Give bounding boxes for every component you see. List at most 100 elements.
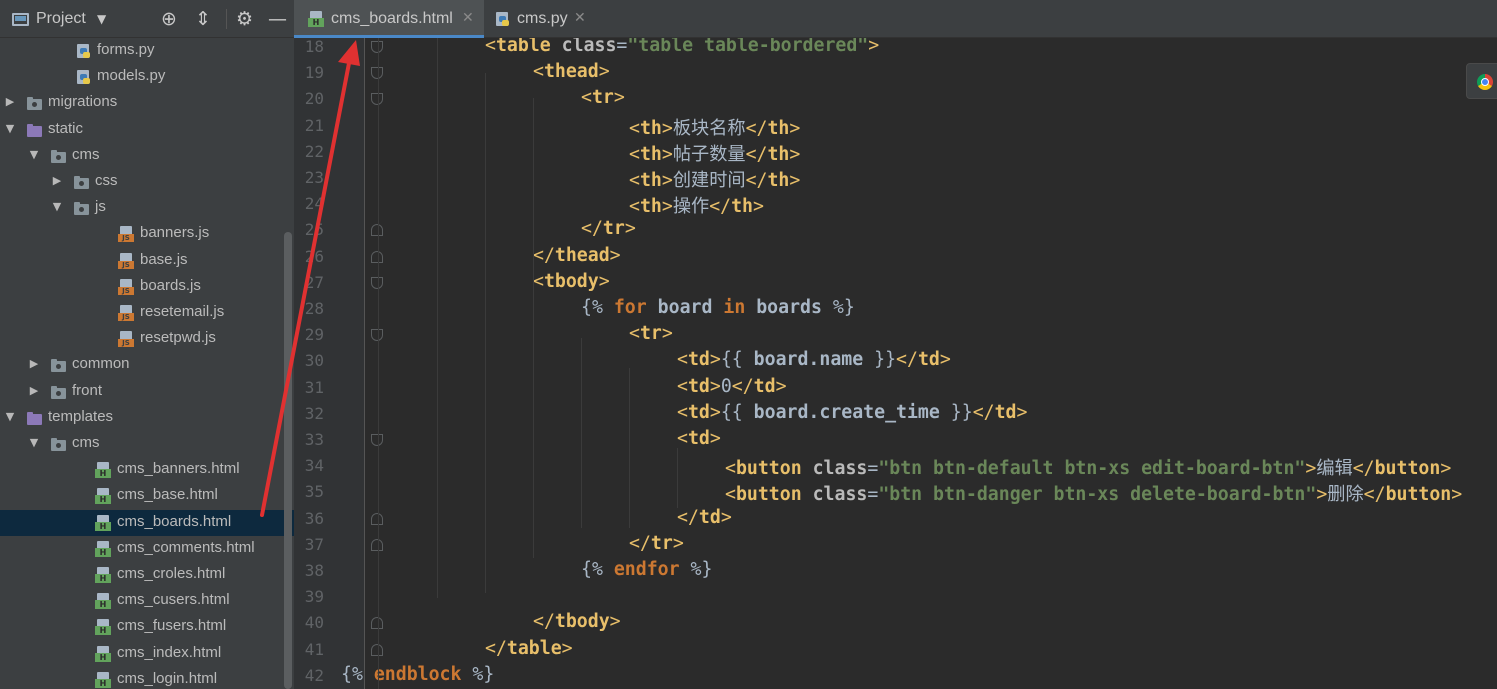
- tree-item[interactable]: Hcms_cusers.html: [0, 588, 294, 614]
- close-icon[interactable]: ✕: [574, 10, 586, 26]
- code-line[interactable]: <thead>: [533, 61, 610, 82]
- tree-item[interactable]: forms.py: [0, 38, 294, 64]
- code-line[interactable]: <tr>: [629, 323, 673, 344]
- line-number: 26: [304, 246, 324, 266]
- tree-item[interactable]: Hcms_base.html: [0, 483, 294, 509]
- code-line[interactable]: <th>创建时间</th>: [629, 166, 800, 192]
- code-line[interactable]: </tbody>: [533, 611, 621, 632]
- code-line[interactable]: <th>操作</th>: [629, 192, 764, 218]
- tab-label: cms_boards.html: [331, 10, 453, 27]
- collapsed-arrow-icon[interactable]: ▶: [4, 95, 16, 108]
- tree-item[interactable]: JS banners.js: [0, 221, 294, 247]
- tree-item-label: resetpwd.js: [140, 329, 216, 347]
- fold-close-icon[interactable]: [371, 512, 383, 525]
- tree-item[interactable]: ▶ front: [0, 379, 294, 405]
- html-file-icon: H: [95, 671, 111, 688]
- tree-item[interactable]: Hcms_comments.html: [0, 536, 294, 562]
- code-line[interactable]: <th>帖子数量</th>: [629, 140, 800, 166]
- code-line[interactable]: <td>0</td>: [677, 376, 787, 397]
- fold-open-icon[interactable]: [371, 276, 383, 289]
- project-view-icon: [12, 13, 29, 26]
- tree-item[interactable]: JS resetemail.js: [0, 300, 294, 326]
- collapsed-arrow-icon[interactable]: ▶: [28, 357, 40, 370]
- fold-close-icon[interactable]: [371, 250, 383, 263]
- gear-icon[interactable]: ⚙: [236, 8, 253, 30]
- tab-cms-py[interactable]: cms.py ✕: [484, 0, 596, 38]
- code-line[interactable]: <table class="table table-bordered">: [485, 38, 879, 56]
- code-line[interactable]: </thead>: [533, 245, 621, 266]
- tree-item-label: forms.py: [97, 41, 155, 58]
- tree-item[interactable]: Hcms_fusers.html: [0, 614, 294, 640]
- chevron-down-icon[interactable]: ▼: [97, 12, 106, 26]
- fold-close-icon[interactable]: [371, 538, 383, 551]
- code-line[interactable]: <tbody>: [533, 271, 610, 292]
- tab-cms-boards-html[interactable]: H cms_boards.html ✕: [294, 0, 484, 38]
- tree-item[interactable]: JS base.js: [0, 248, 294, 274]
- code-line[interactable]: </tr>: [581, 218, 636, 239]
- code-line[interactable]: </tr>: [629, 533, 684, 554]
- code-line[interactable]: <td>{{ board.name }}</td>: [677, 349, 951, 370]
- code-line[interactable]: </td>: [677, 507, 732, 528]
- fold-open-icon[interactable]: [371, 93, 383, 106]
- tree-item[interactable]: ▼ cms: [0, 143, 294, 169]
- fold-open-icon[interactable]: [371, 329, 383, 342]
- tree-item[interactable]: Hcms_banners.html: [0, 457, 294, 483]
- tree-item[interactable]: Hcms_login.html: [0, 667, 294, 689]
- close-icon[interactable]: ✕: [462, 10, 474, 26]
- tree-item-label: cms_fusers.html: [117, 617, 227, 635]
- code-line[interactable]: <tr>: [581, 87, 625, 108]
- code-line[interactable]: <td>{{ board.create_time }}</td>: [677, 402, 1027, 423]
- fold-open-icon[interactable]: [371, 434, 383, 446]
- tree-item[interactable]: JS resetpwd.js: [0, 326, 294, 352]
- code-line[interactable]: <th>板块名称</th>: [629, 114, 800, 140]
- expanded-arrow-icon[interactable]: ▼: [4, 122, 16, 135]
- line-number: 42: [304, 665, 324, 685]
- fold-open-icon[interactable]: [371, 41, 383, 53]
- sidebar-scrollbar[interactable]: [284, 232, 292, 689]
- tree-item[interactable]: ▼ static: [0, 117, 294, 143]
- collapsed-arrow-icon[interactable]: ▶: [28, 384, 40, 397]
- tree-item[interactable]: ▼ cms: [0, 431, 294, 457]
- open-in-chrome-button[interactable]: [1466, 63, 1497, 99]
- code-line[interactable]: {% endblock %}: [341, 664, 494, 685]
- tree-item[interactable]: ▶ migrations: [0, 90, 294, 116]
- code-line[interactable]: {% endfor %}: [581, 559, 712, 580]
- project-view-selector[interactable]: Project: [36, 10, 86, 28]
- tree-item[interactable]: ▼ templates: [0, 405, 294, 431]
- tree-item-label: models.py: [97, 67, 166, 85]
- code-line[interactable]: </table>: [485, 638, 573, 659]
- collapsed-arrow-icon[interactable]: ▶: [51, 174, 63, 187]
- tree-item[interactable]: models.py: [0, 64, 294, 90]
- fold-open-icon[interactable]: [371, 67, 383, 80]
- resource-folder-icon: [26, 410, 42, 426]
- tree-item[interactable]: Hcms_croles.html: [0, 562, 294, 588]
- tree-item[interactable]: ▶ common: [0, 352, 294, 378]
- code-line[interactable]: <td>: [677, 428, 721, 449]
- collapse-all-icon[interactable]: ⇕: [195, 8, 211, 30]
- project-panel-header: Project ▼ ⊕ ⇕ ⚙ —: [0, 0, 294, 38]
- tree-item[interactable]: Hcms_index.html: [0, 641, 294, 667]
- tree-item[interactable]: Hcms_boards.html: [0, 509, 294, 536]
- tree-item[interactable]: JS boards.js: [0, 274, 294, 300]
- tree-item[interactable]: ▶ css: [0, 169, 294, 195]
- indent-guide: [378, 38, 379, 689]
- code-line[interactable]: <button class="btn btn-danger btn-xs del…: [725, 480, 1462, 506]
- tree-item[interactable]: ▼ js: [0, 195, 294, 221]
- html-file-icon: H: [95, 540, 111, 557]
- fold-close-icon[interactable]: [371, 224, 383, 237]
- expanded-arrow-icon[interactable]: ▼: [28, 436, 40, 449]
- indent-guide: [629, 368, 630, 528]
- expanded-arrow-icon[interactable]: ▼: [51, 200, 63, 213]
- expanded-arrow-icon[interactable]: ▼: [4, 410, 16, 423]
- locate-icon[interactable]: ⊕: [161, 8, 177, 30]
- code-editor[interactable]: 18 19 20 21 22 23 24 25 26 27 28 29 30 31 32 33 34 35 36 37…: [294, 38, 1497, 689]
- expanded-arrow-icon[interactable]: ▼: [28, 148, 40, 161]
- line-number: 24: [304, 194, 324, 214]
- hide-icon[interactable]: —: [268, 8, 287, 30]
- code-line[interactable]: {% for board in boards %}: [581, 297, 855, 318]
- python-file-icon: [494, 11, 510, 27]
- fold-close-icon[interactable]: [371, 643, 383, 656]
- line-number: 28: [304, 299, 324, 318]
- code-line[interactable]: <button class="btn btn-default btn-xs ed…: [725, 454, 1451, 480]
- fold-close-icon[interactable]: [371, 617, 383, 630]
